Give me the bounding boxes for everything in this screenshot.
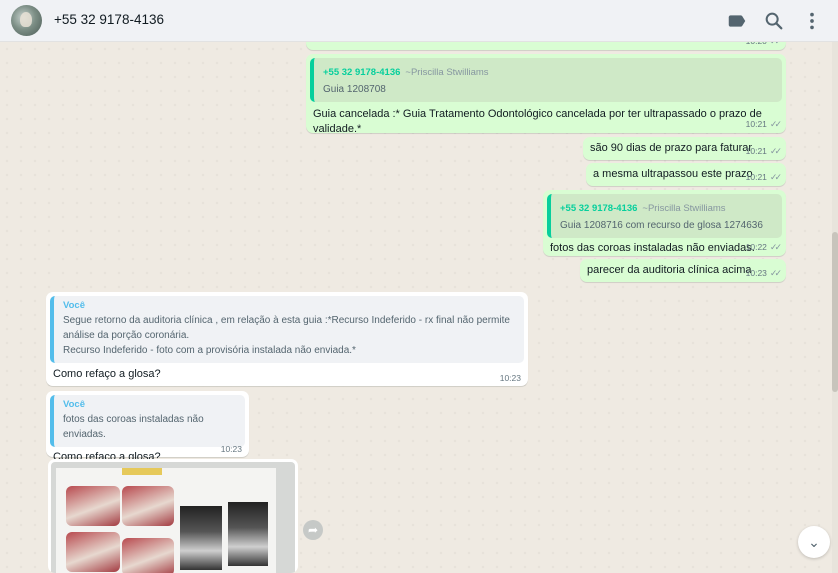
read-ticks-icon: ✓✓	[769, 172, 782, 182]
sheet-header-bar	[122, 468, 162, 475]
search-icon[interactable]	[763, 10, 785, 32]
contact-name[interactable]: +55 32 9178-4136	[54, 12, 164, 27]
xray-image	[180, 506, 222, 570]
quote-pushname: ~Priscilla Stwilliams	[642, 203, 726, 214]
tooth-photo	[122, 486, 174, 526]
message-bubble[interactable]: parecer da auditoria clínica acima 10:23…	[580, 259, 786, 282]
quote-author: Você	[63, 399, 86, 410]
quote-text: Guia 1208708	[323, 84, 386, 95]
label-icon[interactable]	[726, 10, 748, 32]
read-ticks-icon: ✓✓	[769, 119, 782, 129]
tooth-photo	[66, 486, 120, 526]
message-bubble[interactable]: a mesma ultrapassou este prazo 10:21 ✓✓	[586, 163, 786, 186]
message-time: 10:23	[499, 373, 521, 383]
quoted-message[interactable]: Você fotos das coroas instaladas não env…	[50, 395, 245, 447]
message-text: Guia cancelada :* Guia Tratamento Odonto…	[313, 108, 762, 135]
quote-author: +55 32 9178-4136	[560, 203, 638, 214]
quoted-message[interactable]: Você Segue retorno da auditoria clínica …	[50, 296, 524, 363]
dental-photos-image[interactable]	[51, 462, 295, 573]
message-time: 10:21 ✓✓	[745, 119, 782, 129]
read-ticks-icon: ✓✓	[769, 242, 782, 252]
quote-text-line: Segue retorno da auditoria clínica , em …	[63, 315, 510, 326]
menu-icon[interactable]	[801, 10, 823, 32]
read-ticks-icon: ✓✓	[769, 268, 782, 278]
avatar[interactable]	[11, 5, 42, 36]
scroll-thumb[interactable]	[832, 232, 838, 392]
message-text: Como refaço a glosa?	[53, 368, 161, 380]
image-message[interactable]	[48, 459, 298, 573]
message-time: 10:21 ✓✓	[745, 172, 782, 182]
quote-text: fotos das coroas instaladas não enviadas…	[63, 414, 204, 440]
scrollbar[interactable]	[832, 42, 838, 573]
quote-author: Você	[63, 300, 86, 311]
quoted-message[interactable]: +55 32 9178-4136 ~Priscilla Stwilliams Gu…	[310, 58, 782, 102]
message-time: 10:23 ✓✓	[745, 268, 782, 278]
quote-pushname: ~Priscilla Stwilliams	[405, 67, 489, 78]
message-bubble[interactable]: +55 32 9178-4136 ~Priscilla Stwilliams Gu…	[543, 190, 786, 256]
tooth-photo	[66, 532, 120, 572]
message-bubble[interactable]: Você fotos das coroas instaladas não env…	[46, 391, 249, 463]
forward-icon[interactable]: ➦	[303, 520, 323, 540]
quote-text-line: análise da porção coronária.	[63, 330, 190, 341]
quote-text: Guia 1208716 com recurso de glosa 127463…	[560, 220, 763, 231]
quote-text-line: Recurso Indeferido - foto com a provisór…	[63, 345, 356, 356]
chat-header: +55 32 9178-4136	[0, 0, 838, 42]
read-ticks-icon: ✓✓	[769, 146, 782, 156]
message-bubble[interactable]: são 90 dias de prazo para faturar 10:21 ✓…	[583, 137, 786, 160]
quote-author: +55 32 9178-4136	[323, 67, 401, 78]
chevron-down-icon[interactable]: ⌄	[798, 526, 830, 558]
message-time: 10:22 ✓✓	[745, 242, 782, 252]
xray-image	[228, 502, 268, 566]
message-bubble[interactable]: Você Segue retorno da auditoria clínica …	[46, 292, 528, 386]
photo-sheet	[56, 468, 276, 573]
tooth-photo	[122, 538, 174, 573]
message-bubble[interactable]: +55 32 9178-4136 ~Priscilla Stwilliams Gu…	[306, 54, 786, 135]
quoted-message[interactable]: +55 32 9178-4136 ~Priscilla Stwilliams Gu…	[547, 194, 782, 238]
message-time: 10:21 ✓✓	[745, 146, 782, 156]
message-time: 10:23	[220, 444, 242, 454]
